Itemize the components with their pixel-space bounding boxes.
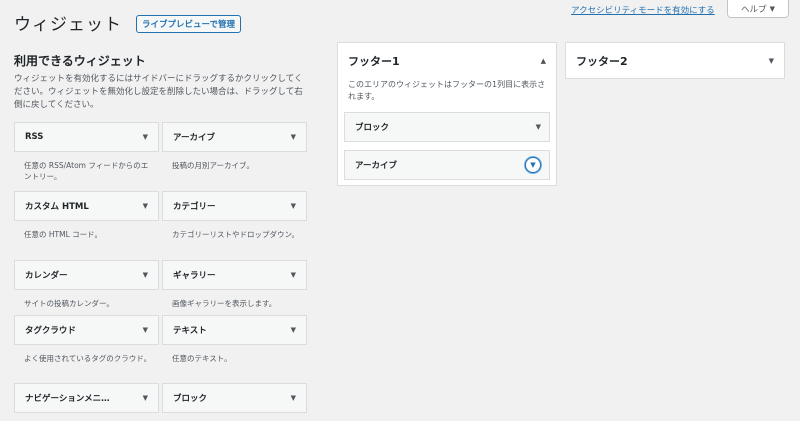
widget-header[interactable]: カレンダー ▼ — [14, 260, 159, 290]
area-widget-archives[interactable]: アーカイブ ▼ — [344, 150, 550, 180]
sidebar-title: フッター1 — [348, 55, 400, 68]
widget-archives[interactable]: アーカイブ ▼ 投稿の月別アーカイブ。 — [162, 122, 307, 171]
chevron-up-icon[interactable]: ▲ — [541, 57, 546, 65]
chevron-down-icon: ▼ — [769, 4, 775, 13]
widget-text[interactable]: テキスト ▼ 任意のテキスト。 — [162, 315, 307, 364]
widget-header[interactable]: カテゴリー ▼ — [162, 191, 307, 221]
widget-block[interactable]: ブロック ▼ — [162, 383, 307, 413]
available-widgets-heading: 利用できるウィジェット — [14, 54, 146, 68]
chevron-down-icon[interactable]: ▼ — [291, 271, 296, 279]
page-header: ウィジェット ライブプレビューで管理 — [14, 10, 241, 35]
widget-header[interactable]: ギャラリー ▼ — [162, 260, 307, 290]
chevron-down-icon[interactable]: ▼ — [143, 133, 148, 141]
widget-title: カスタム HTML — [25, 202, 89, 212]
sidebar-footer-1: フッター1 ▲ このエリアのウィジェットはフッターの1列目に表示されます。 ブロ… — [337, 42, 557, 186]
sidebar-description: このエリアのウィジェットはフッターの1列目に表示されます。 — [348, 80, 546, 101]
sidebar-footer-2: フッター2 ▼ — [565, 42, 785, 79]
widget-title: カテゴリー — [173, 202, 216, 212]
help-button[interactable]: ヘルプ ▼ — [727, 0, 789, 18]
widget-header[interactable]: テキスト ▼ — [162, 315, 307, 345]
live-preview-button[interactable]: ライブプレビューで管理 — [136, 14, 241, 33]
widget-navigation-menu[interactable]: ナビゲーションメニ… ▼ — [14, 383, 159, 413]
chevron-down-icon[interactable]: ▼ — [143, 326, 148, 334]
sidebar-title: フッター2 — [576, 55, 628, 68]
widget-description: 任意の HTML コード。 — [24, 230, 102, 239]
chevron-down-icon[interactable]: ▼ — [291, 326, 296, 334]
chevron-down-icon[interactable]: ▼ — [291, 133, 296, 141]
widget-title: アーカイブ — [355, 161, 397, 171]
widget-calendar[interactable]: カレンダー ▼ サイトの投稿カレンダー。 — [14, 260, 159, 309]
chevron-down-icon[interactable]: ▼ — [769, 57, 774, 65]
area-widget-block[interactable]: ブロック ▼ — [344, 112, 550, 142]
accessibility-mode-link[interactable]: アクセシビリティモードを有効にする — [571, 4, 715, 16]
help-label: ヘルプ — [741, 4, 767, 15]
widget-description: 任意のテキスト。 — [172, 354, 232, 363]
widget-description: 投稿の月別アーカイブ。 — [172, 161, 254, 170]
widget-header[interactable]: RSS ▼ — [14, 122, 159, 152]
chevron-down-icon[interactable]: ▼ — [143, 271, 148, 279]
page-title: ウィジェット — [14, 15, 122, 35]
widget-custom-html[interactable]: カスタム HTML ▼ 任意の HTML コード。 — [14, 191, 159, 240]
widget-description: 画像ギャラリーを表示します。 — [172, 299, 277, 308]
widget-title: アーカイブ — [173, 133, 215, 143]
widget-title: タグクラウド — [25, 326, 76, 336]
widget-title: カレンダー — [25, 271, 68, 281]
widget-title: ブロック — [173, 394, 208, 404]
widget-description: カテゴリーリストやドロップダウン。 — [172, 230, 300, 239]
chevron-down-icon[interactable]: ▼ — [143, 394, 148, 402]
chevron-down-icon[interactable]: ▼ — [291, 394, 296, 402]
widget-title: ブロック — [355, 123, 390, 133]
widget-title: ギャラリー — [173, 271, 216, 281]
widget-title: RSS — [25, 132, 44, 142]
widget-title: テキスト — [173, 326, 207, 336]
widget-description: よく使用されているタグのクラウド。 — [24, 354, 152, 363]
chevron-down-icon[interactable]: ▼ — [291, 202, 296, 210]
widget-gallery[interactable]: ギャラリー ▼ 画像ギャラリーを表示します。 — [162, 260, 307, 309]
chevron-down-icon[interactable]: ▼ — [536, 123, 541, 131]
expand-toggle-icon[interactable]: ▼ — [525, 157, 541, 173]
widget-description: 任意の RSS/Atom フィードからのエントリー。 — [24, 161, 149, 181]
widget-header[interactable]: ナビゲーションメニ… ▼ — [14, 383, 159, 413]
widget-title: ナビゲーションメニ… — [25, 394, 110, 404]
widget-header[interactable]: ブロック ▼ — [162, 383, 307, 413]
sidebar-header[interactable]: フッター1 ▲ — [338, 43, 556, 79]
chevron-down-icon[interactable]: ▼ — [143, 202, 148, 210]
sidebar-header[interactable]: フッター2 ▼ — [566, 43, 784, 79]
widget-header[interactable]: アーカイブ ▼ — [162, 122, 307, 152]
available-widgets-description: ウィジェットを有効化するにはサイドバーにドラッグするかクリックしてください。ウィ… — [14, 74, 303, 110]
widget-header[interactable]: タグクラウド ▼ — [14, 315, 159, 345]
widget-tag-cloud[interactable]: タグクラウド ▼ よく使用されているタグのクラウド。 — [14, 315, 159, 364]
widget-rss[interactable]: RSS ▼ 任意の RSS/Atom フィードからのエントリー。 — [14, 122, 159, 182]
widget-categories[interactable]: カテゴリー ▼ カテゴリーリストやドロップダウン。 — [162, 191, 307, 240]
widget-description: サイトの投稿カレンダー。 — [24, 299, 114, 308]
widget-header[interactable]: カスタム HTML ▼ — [14, 191, 159, 221]
